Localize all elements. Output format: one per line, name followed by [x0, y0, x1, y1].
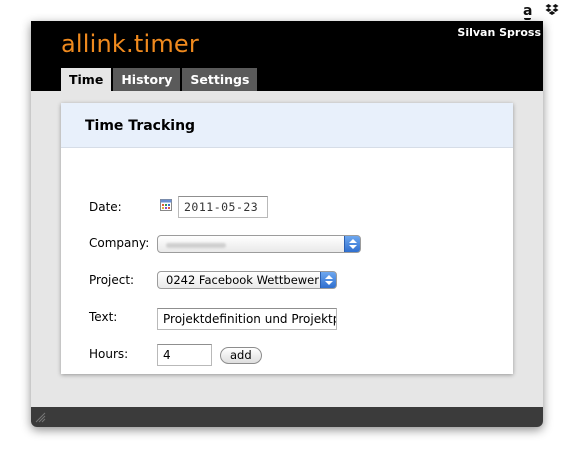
tab-history[interactable]: History — [113, 68, 181, 91]
select-arrows-icon — [320, 272, 336, 288]
project-value: 0242 Facebook Wettbewerb — [166, 273, 327, 287]
card-title: Time Tracking — [85, 118, 196, 134]
date-label: Date: — [89, 200, 122, 214]
tab-bar: Time History Settings — [61, 68, 259, 91]
company-label: Company: — [89, 236, 150, 250]
dropbox-icon[interactable] — [545, 3, 559, 17]
timer-popup: allink.timer Silvan Spross Time History … — [31, 21, 543, 427]
date-input[interactable]: 2011-05-23 — [178, 196, 268, 218]
resize-grip-icon[interactable] — [35, 412, 46, 423]
time-tracking-card: Time Tracking Date: 2011-05-23 Company: … — [61, 103, 513, 374]
amazon-icon[interactable]: a — [523, 3, 532, 20]
tab-time[interactable]: Time — [61, 68, 112, 91]
tab-settings[interactable]: Settings — [182, 68, 258, 91]
hours-label: Hours: — [89, 347, 129, 361]
hours-input[interactable]: 4 — [157, 344, 212, 366]
project-select[interactable]: 0242 Facebook Wettbewerb — [157, 271, 337, 289]
status-bar — [31, 407, 543, 427]
calendar-icon[interactable] — [160, 199, 172, 211]
text-input[interactable]: Projektdefinition und Projektpla — [157, 308, 337, 330]
add-button[interactable]: add — [220, 347, 262, 364]
app-header: allink.timer Silvan Spross Time History … — [31, 21, 543, 91]
text-label: Text: — [89, 310, 118, 324]
company-value — [166, 243, 226, 248]
user-name[interactable]: Silvan Spross — [457, 26, 541, 39]
browser-toolbar: a — [0, 0, 561, 22]
app-title: allink.timer — [61, 30, 199, 58]
project-label: Project: — [89, 273, 135, 287]
select-arrows-icon — [344, 236, 360, 252]
company-select[interactable] — [157, 235, 361, 253]
